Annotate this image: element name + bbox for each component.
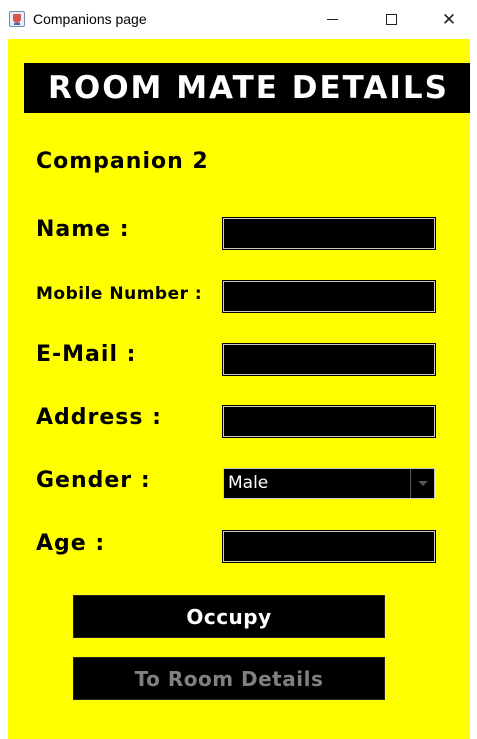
minimize-button[interactable] [303, 0, 361, 39]
window-title: Companions page [33, 11, 147, 27]
mobile-number-label: Mobile Number : [36, 284, 203, 304]
maximize-button[interactable] [362, 0, 420, 39]
name-label: Name : [36, 217, 130, 242]
page-title: ROOM MATE DETAILS [24, 63, 473, 113]
name-input[interactable] [222, 217, 436, 250]
email-input[interactable] [222, 343, 436, 376]
close-icon: ✕ [441, 9, 457, 30]
address-label: Address : [36, 405, 162, 430]
dropdown-arrow-button[interactable] [410, 469, 434, 498]
address-input[interactable] [222, 405, 436, 438]
chevron-down-icon [417, 481, 428, 486]
gender-selected-value: Male [228, 473, 269, 493]
age-label: Age : [36, 531, 106, 556]
gender-select[interactable]: Male [223, 468, 435, 499]
companions-panel: ROOM MATE DETAILS Companion 2 Name : Mob… [0, 39, 477, 739]
occupy-button[interactable]: Occupy [73, 595, 385, 638]
java-app-icon [9, 11, 25, 27]
to-room-details-button[interactable]: To Room Details [73, 657, 385, 700]
age-input[interactable] [222, 530, 436, 563]
gender-label: Gender : [36, 468, 151, 493]
maximize-icon [385, 14, 397, 25]
companion-heading: Companion 2 [36, 149, 209, 174]
email-label: E-Mail : [36, 342, 137, 367]
minimize-icon [326, 19, 338, 20]
close-button[interactable]: ✕ [420, 0, 477, 39]
window-titlebar: Companions page ✕ [0, 0, 477, 39]
mobile-number-input[interactable] [222, 280, 436, 313]
